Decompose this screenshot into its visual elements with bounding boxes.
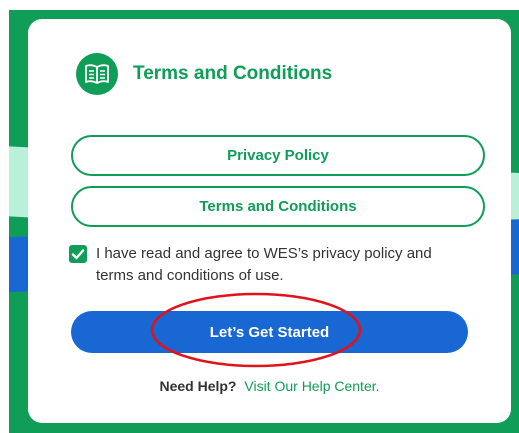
book-icon [76, 53, 118, 95]
page-background: Terms and Conditions Privacy Policy Term… [0, 0, 519, 433]
agree-checkbox[interactable] [69, 245, 87, 263]
privacy-policy-button[interactable]: Privacy Policy [71, 135, 485, 176]
get-started-button[interactable]: Let’s Get Started [71, 311, 468, 353]
help-center-link[interactable]: Visit Our Help Center. [244, 378, 379, 394]
terms-dialog-card: Terms and Conditions Privacy Policy Term… [28, 19, 511, 423]
help-question: Need Help? [159, 378, 237, 394]
terms-and-conditions-button[interactable]: Terms and Conditions [71, 186, 485, 227]
dialog-title: Terms and Conditions [133, 63, 333, 84]
checkmark-icon [71, 249, 85, 260]
help-row: Need Help? Visit Our Help Center. [28, 378, 511, 394]
dialog-header: Terms and Conditions [76, 53, 332, 95]
agreement-label: I have read and agree to WES’s privacy p… [96, 245, 432, 284]
